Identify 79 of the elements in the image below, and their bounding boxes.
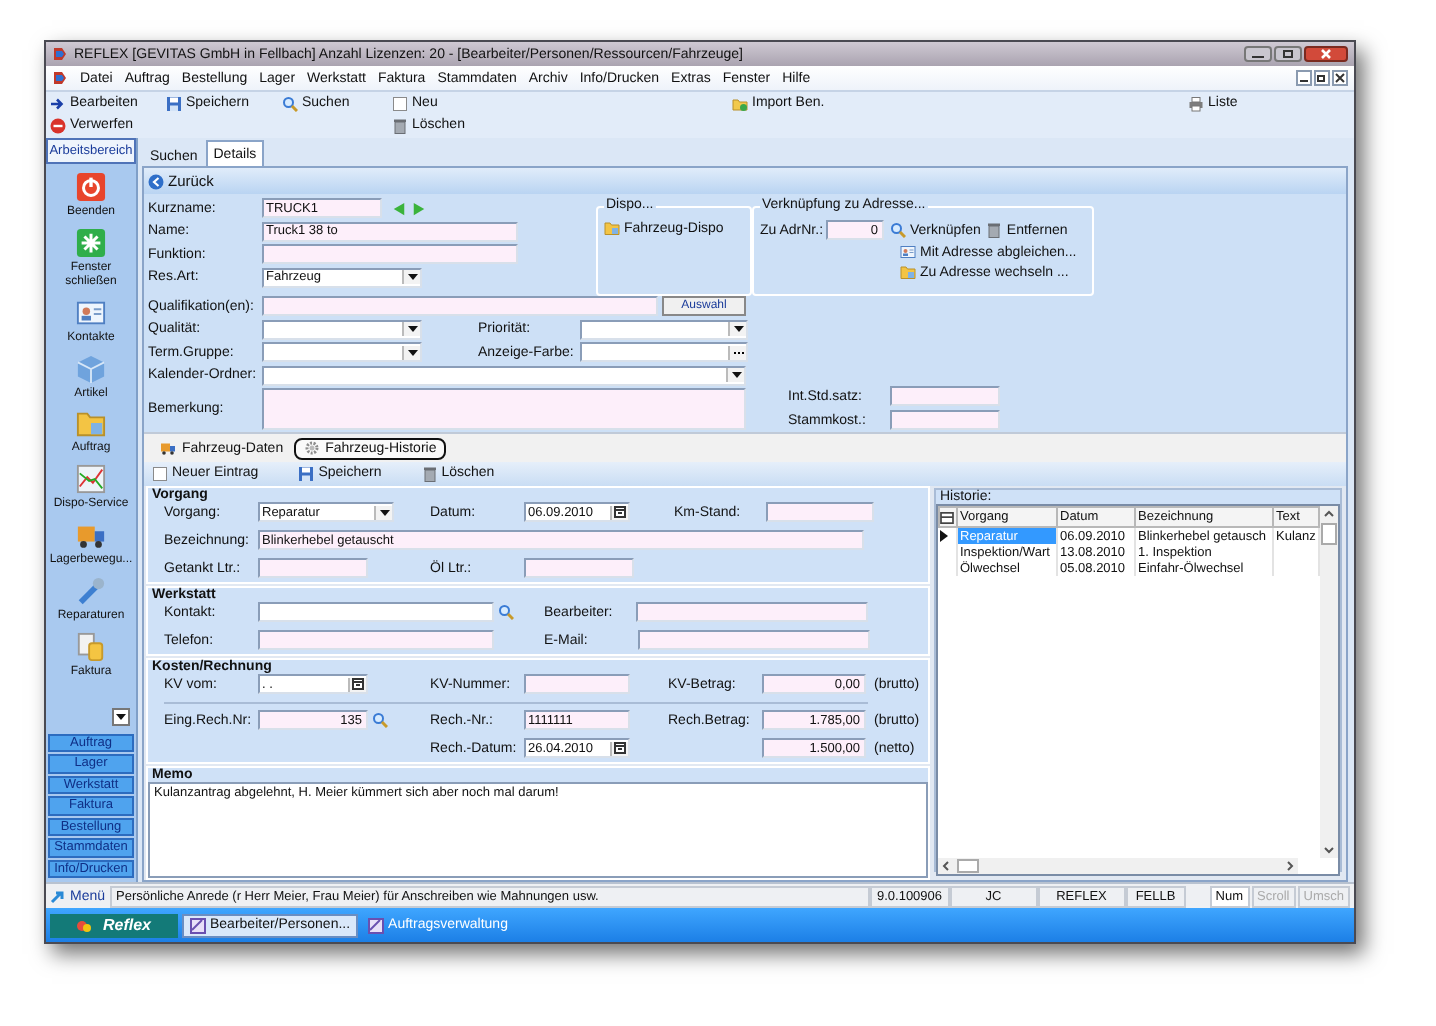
chart-icon bbox=[76, 464, 106, 495]
close-icon bbox=[1332, 70, 1348, 86]
contact-card-icon bbox=[900, 244, 916, 260]
search-icon bbox=[498, 604, 514, 620]
folder-plus-icon bbox=[732, 95, 748, 111]
ellipsis-button[interactable] bbox=[728, 345, 746, 359]
calendar-icon bbox=[614, 506, 626, 518]
caret-icon bbox=[407, 326, 417, 332]
maximize-icon bbox=[1274, 46, 1302, 62]
caret-icon bbox=[407, 274, 417, 280]
caret-icon bbox=[116, 713, 126, 719]
search-icon bbox=[372, 712, 388, 728]
cube-icon bbox=[76, 353, 106, 384]
app-logo-icon bbox=[52, 46, 68, 62]
minimize-icon bbox=[1244, 46, 1272, 62]
text-field[interactable] bbox=[890, 386, 1000, 406]
restore-icon bbox=[1314, 70, 1330, 86]
trash-icon bbox=[421, 465, 438, 481]
table-settings-icon bbox=[941, 511, 954, 523]
dropdown-button[interactable] bbox=[728, 322, 746, 336]
calendar-button[interactable] bbox=[348, 677, 366, 691]
calendar-icon bbox=[352, 678, 364, 690]
truck-icon bbox=[160, 440, 176, 456]
caret-icon bbox=[731, 372, 741, 378]
app-logo-icon bbox=[52, 70, 68, 86]
text-field[interactable] bbox=[258, 630, 494, 650]
dropdown-button[interactable] bbox=[112, 707, 130, 725]
text-field[interactable] bbox=[638, 630, 870, 650]
lookup-button[interactable] bbox=[372, 712, 388, 728]
trash-icon bbox=[986, 222, 1003, 238]
arrow-right-icon bbox=[412, 201, 426, 215]
column-header[interactable] bbox=[939, 507, 957, 527]
back-arrow-icon bbox=[148, 173, 164, 189]
text-field[interactable] bbox=[524, 558, 634, 578]
gear-icon bbox=[303, 440, 320, 456]
dropdown-button[interactable] bbox=[402, 322, 420, 336]
arrow-icon bbox=[50, 95, 66, 111]
text-field[interactable] bbox=[524, 674, 630, 694]
picker-field[interactable] bbox=[580, 342, 748, 362]
close-icon bbox=[1304, 46, 1348, 62]
dropdown-button[interactable] bbox=[374, 505, 392, 519]
text-field[interactable] bbox=[258, 602, 494, 622]
caret-icon bbox=[407, 349, 417, 355]
contact-card-icon bbox=[76, 297, 106, 328]
power-icon bbox=[76, 172, 106, 202]
calendar-button[interactable] bbox=[610, 741, 628, 755]
window-icon bbox=[368, 917, 385, 933]
caret-icon bbox=[733, 326, 743, 332]
page-icon bbox=[152, 465, 168, 481]
text-field[interactable] bbox=[262, 244, 518, 264]
arrow-left-icon bbox=[392, 201, 406, 215]
text-field[interactable] bbox=[636, 602, 868, 622]
text-field[interactable] bbox=[766, 502, 874, 522]
wrench-icon bbox=[76, 576, 106, 607]
minimize-icon bbox=[1296, 70, 1312, 86]
folder-icon bbox=[76, 408, 106, 439]
lookup-button[interactable] bbox=[498, 604, 514, 620]
dropdown-button[interactable] bbox=[402, 270, 420, 284]
folder-icon bbox=[604, 220, 620, 236]
text-field[interactable] bbox=[262, 296, 658, 316]
window-icon bbox=[190, 917, 206, 933]
caret-icon bbox=[379, 509, 389, 515]
folder-icon bbox=[900, 264, 916, 280]
dropdown-button[interactable] bbox=[726, 368, 744, 382]
start-button[interactable]: Reflex bbox=[50, 913, 178, 937]
dropdown-button[interactable] bbox=[402, 345, 420, 359]
calendar-icon bbox=[614, 742, 626, 754]
menu-arrow-icon bbox=[50, 889, 66, 903]
trash-icon bbox=[392, 117, 408, 133]
page-icon bbox=[392, 95, 408, 111]
row-pointer-icon bbox=[939, 530, 947, 542]
text-field[interactable] bbox=[258, 558, 368, 578]
search-icon bbox=[890, 222, 906, 238]
stop-icon bbox=[50, 117, 66, 133]
printer-icon bbox=[1188, 95, 1204, 111]
calendar-button[interactable] bbox=[610, 505, 628, 519]
text-field[interactable] bbox=[890, 410, 1000, 430]
logo-icon bbox=[76, 917, 93, 933]
asterisk-icon bbox=[76, 227, 106, 258]
